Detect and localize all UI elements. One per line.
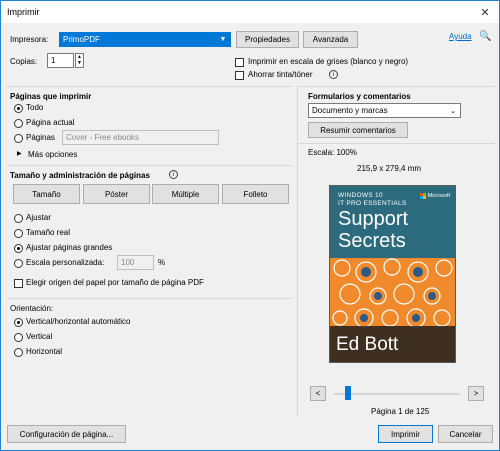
page-preview: WINDOWS 10 IT PRO ESSENTIALS Microsoft S… bbox=[329, 185, 456, 363]
custom-scale-input[interactable]: 100 bbox=[117, 255, 154, 270]
poster-button[interactable]: Póster bbox=[83, 184, 150, 204]
custom-scale-radio[interactable] bbox=[14, 259, 23, 268]
booklet-button[interactable]: Folleto bbox=[222, 184, 289, 204]
shrink-radio[interactable] bbox=[14, 244, 23, 253]
paper-source-checkbox[interactable] bbox=[14, 279, 23, 288]
orientation-auto-label: Vertical/horizontal automático bbox=[26, 317, 131, 326]
chevron-down-icon: ▼ bbox=[219, 36, 227, 43]
orientation-landscape-label: Horizontal bbox=[26, 347, 63, 356]
dimensions-label: 215,9 x 279,4 mm bbox=[357, 164, 422, 173]
grayscale-label: Imprimir en escala de grises (blanco y n… bbox=[248, 57, 409, 66]
multiple-button[interactable]: Múltiple bbox=[152, 184, 219, 204]
grayscale-checkbox[interactable] bbox=[235, 58, 244, 67]
orientation-header: Orientación: bbox=[10, 304, 54, 313]
orientation-landscape-radio[interactable] bbox=[14, 348, 23, 357]
info-icon[interactable]: i bbox=[329, 70, 338, 79]
printer-select[interactable]: PrimoPDF ▼ bbox=[59, 32, 231, 47]
pages-header: Páginas que imprimir bbox=[10, 92, 92, 101]
summarize-comments-button[interactable]: Resumir comentarios bbox=[308, 122, 408, 138]
save-ink-label: Ahorrar tinta/tóner bbox=[248, 70, 313, 79]
copies-input[interactable]: 1 bbox=[47, 53, 74, 68]
info-icon[interactable]: i bbox=[169, 170, 178, 179]
print-dialog: Imprimir ✕ Impresora: PrimoPDF ▼ Propied… bbox=[0, 0, 500, 451]
page-info: Página 1 de 125 bbox=[371, 407, 430, 416]
pages-range-input[interactable]: Cover - Free ebooks bbox=[62, 130, 219, 145]
orientation-portrait-radio[interactable] bbox=[14, 333, 23, 342]
divider bbox=[297, 143, 495, 144]
comments-value: Documento y marcas bbox=[312, 106, 388, 115]
title-bar: Imprimir ✕ bbox=[1, 1, 499, 23]
next-page-button[interactable]: > bbox=[468, 386, 484, 401]
fit-label: Ajustar bbox=[26, 213, 51, 222]
divider bbox=[297, 86, 298, 416]
scale-label: Escala: 100% bbox=[308, 148, 357, 157]
book-series: WINDOWS 10 IT PRO ESSENTIALS bbox=[338, 192, 407, 207]
help-icon[interactable]: 🔍 bbox=[479, 31, 491, 42]
chevron-down-icon: ⌄ bbox=[450, 107, 456, 115]
save-ink-checkbox[interactable] bbox=[235, 71, 244, 80]
divider bbox=[6, 86, 292, 87]
orientation-auto-radio[interactable] bbox=[14, 318, 23, 327]
divider bbox=[6, 165, 292, 166]
percent-label: % bbox=[158, 258, 166, 267]
pages-all-label: Todo bbox=[26, 103, 44, 112]
fit-radio[interactable] bbox=[14, 214, 23, 223]
paper-source-label: Elegir origen del papel por tamaño de pá… bbox=[26, 278, 204, 287]
properties-button[interactable]: Propiedades bbox=[236, 31, 299, 48]
printer-label: Impresora: bbox=[10, 35, 49, 44]
divider bbox=[297, 86, 495, 87]
copies-label: Copias: bbox=[10, 57, 38, 66]
pages-current-radio[interactable] bbox=[14, 119, 23, 128]
page-slider-track bbox=[334, 393, 460, 395]
prev-page-button[interactable]: < bbox=[310, 386, 326, 401]
orientation-portrait-label: Vertical bbox=[26, 332, 53, 341]
cancel-button[interactable]: Cancelar bbox=[438, 425, 493, 443]
page-slider-thumb[interactable] bbox=[345, 386, 351, 400]
comments-header: Formularios y comentarios bbox=[308, 92, 411, 101]
pages-range-radio[interactable] bbox=[14, 134, 23, 143]
book-author: Ed Bott bbox=[330, 326, 455, 362]
actual-size-label: Tamaño real bbox=[26, 228, 71, 237]
print-button[interactable]: Imprimir bbox=[378, 425, 433, 443]
pages-range-label: Páginas bbox=[26, 133, 55, 142]
page-setup-button[interactable]: Configuración de página... bbox=[7, 425, 126, 443]
microsoft-logo-icon: Microsoft bbox=[419, 193, 450, 199]
more-options-link[interactable]: Más opciones bbox=[28, 150, 77, 160]
advanced-button[interactable]: Avanzada bbox=[303, 31, 358, 48]
custom-scale-label: Escala personalizada: bbox=[26, 258, 105, 267]
printer-value: PrimoPDF bbox=[63, 35, 100, 44]
close-icon[interactable]: ✕ bbox=[471, 1, 499, 23]
sizing-header: Tamaño y administración de páginas bbox=[10, 171, 150, 180]
copies-stepper[interactable]: ▲ ▼ bbox=[75, 53, 84, 68]
expand-arrow-icon[interactable]: ▶ bbox=[17, 150, 22, 157]
shrink-label: Ajustar páginas grandes bbox=[26, 243, 113, 252]
help-link[interactable]: Ayuda bbox=[449, 32, 472, 42]
comments-select[interactable]: Documento y marcas ⌄ bbox=[308, 103, 461, 118]
pages-current-label: Página actual bbox=[26, 118, 75, 127]
pages-all-radio[interactable] bbox=[14, 104, 23, 113]
window-title: Imprimir bbox=[7, 7, 40, 17]
actual-size-radio[interactable] bbox=[14, 229, 23, 238]
book-title: Support Secrets bbox=[338, 208, 409, 252]
divider bbox=[6, 298, 292, 299]
size-button[interactable]: Tamaño bbox=[13, 184, 80, 204]
